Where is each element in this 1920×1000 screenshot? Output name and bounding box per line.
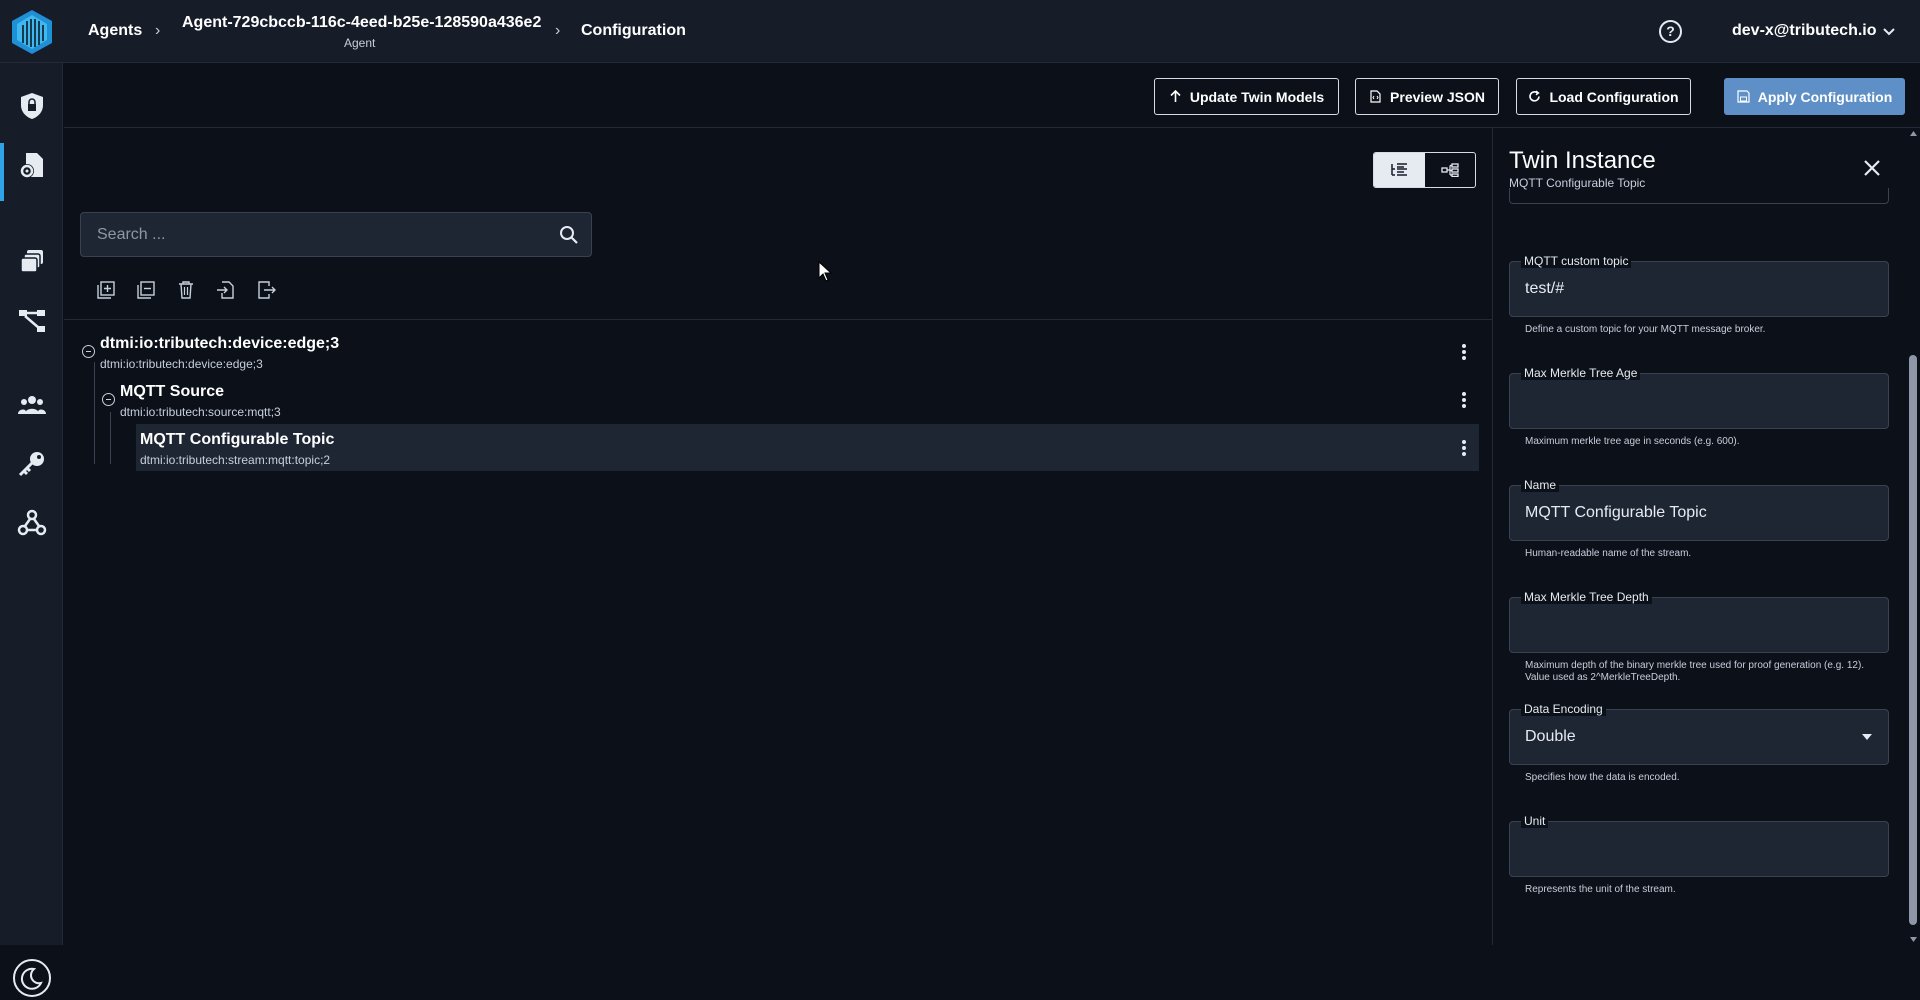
mqtt-custom-topic-field[interactable]	[1509, 261, 1889, 317]
key-icon[interactable]	[17, 449, 47, 479]
scrollbar-thumb[interactable]	[1909, 355, 1917, 925]
network-flow-icon[interactable]	[17, 306, 47, 336]
field-help: Define a custom topic for your MQTT mess…	[1525, 324, 1766, 335]
user-menu[interactable]: dev-x@tributech.io	[1732, 22, 1877, 40]
field-help: Specifies how the data is encoded.	[1525, 772, 1680, 783]
field-label: Unit	[1521, 814, 1549, 828]
collapse-node-icon[interactable]	[102, 393, 115, 406]
refresh-icon	[1529, 90, 1541, 102]
kebab-menu-icon[interactable]	[1461, 391, 1467, 409]
expand-all-icon[interactable]	[95, 279, 117, 301]
help-icon[interactable]: ?	[1659, 20, 1682, 43]
hierarchy-icon	[1441, 163, 1459, 177]
previous-field-edge	[1509, 188, 1889, 204]
collapse-node-icon[interactable]	[82, 345, 95, 358]
tree-list-view-button[interactable]	[1374, 153, 1425, 187]
tributech-logo[interactable]	[11, 9, 53, 55]
search-placeholder: Search ...	[97, 226, 166, 243]
search-icon[interactable]	[559, 225, 579, 245]
scroll-down-arrow-icon[interactable]	[1909, 936, 1918, 943]
tree-node-source-title[interactable]: MQTT Source	[120, 383, 224, 401]
users-group-icon[interactable]	[17, 390, 47, 420]
toolbar-divider	[64, 319, 1492, 320]
dropdown-arrow-icon[interactable]	[1861, 733, 1873, 741]
chevron-right-icon: ›	[555, 22, 561, 39]
field-help: Maximum depth of the binary merkle tree …	[1525, 660, 1865, 683]
shield-lock-icon[interactable]	[17, 91, 47, 121]
field-label: Data Encoding	[1521, 702, 1606, 716]
preview-json-label: Preview JSON	[1390, 88, 1485, 105]
document-settings-icon[interactable]	[17, 151, 47, 181]
panel-title: Twin Instance	[1509, 147, 1656, 174]
max-merkle-tree-age-field[interactable]	[1509, 373, 1889, 429]
collapse-all-icon[interactable]	[135, 279, 157, 301]
moon-icon	[20, 967, 43, 990]
breadcrumb-configuration: Configuration	[581, 22, 686, 39]
kebab-menu-icon[interactable]	[1461, 343, 1467, 361]
tree-node-source-sub: dtmi:io:tributech:source:mqtt;3	[120, 405, 281, 419]
breadcrumb-agent-sub: Agent	[344, 36, 376, 50]
update-twin-models-label: Update Twin Models	[1189, 88, 1325, 105]
graph-view-button[interactable]	[1425, 153, 1476, 187]
field-help: Maximum merkle tree age in seconds (e.g.…	[1525, 436, 1740, 447]
file-code-icon	[1370, 90, 1381, 103]
field-label: MQTT custom topic	[1521, 254, 1632, 268]
tree-node-topic-title[interactable]: MQTT Configurable Topic	[140, 431, 334, 449]
top-bar: Agents › Agent-729cbccb-116c-4eed-b25e-1…	[0, 0, 1920, 63]
load-configuration-label: Load Configuration	[1549, 88, 1679, 105]
field-help: Represents the unit of the stream.	[1525, 884, 1676, 895]
tree-node-device-title[interactable]: dtmi:io:tributech:device:edge;3	[100, 335, 339, 353]
field-label: Max Merkle Tree Age	[1521, 366, 1641, 380]
close-icon[interactable]	[1862, 158, 1882, 178]
export-file-icon[interactable]	[255, 279, 277, 301]
field-value[interactable]: MQTT Configurable Topic	[1525, 504, 1707, 522]
breadcrumb-agents[interactable]: Agents	[88, 22, 142, 40]
unit-field[interactable]	[1509, 821, 1889, 877]
scroll-up-arrow-icon[interactable]	[1909, 130, 1918, 137]
tree-node-topic-sub: dtmi:io:tributech:stream:mqtt:topic;2	[140, 453, 331, 467]
sidebar-active-indicator	[0, 143, 4, 201]
tree-guide-line	[94, 362, 95, 464]
stacked-cards-icon[interactable]	[17, 247, 47, 277]
field-label: Name	[1521, 478, 1560, 492]
field-value[interactable]: test/#	[1525, 280, 1564, 298]
chevron-right-icon: ›	[155, 22, 161, 39]
field-help: Human-readable name of the stream.	[1525, 548, 1692, 559]
preview-json-button[interactable]: Preview JSON	[1355, 78, 1499, 115]
tree-guide-line	[110, 412, 111, 464]
apply-configuration-button[interactable]: Apply Configuration	[1724, 78, 1905, 115]
field-value[interactable]: Double	[1525, 728, 1576, 746]
kebab-menu-icon[interactable]	[1461, 439, 1467, 457]
search-input[interactable]: Search ...	[80, 212, 592, 257]
mouse-cursor-icon	[818, 261, 832, 282]
tree-row-selected-highlight[interactable]	[136, 424, 1479, 471]
trash-icon[interactable]	[175, 279, 197, 301]
save-icon	[1737, 90, 1750, 103]
apply-configuration-label: Apply Configuration	[1757, 88, 1893, 105]
tree-node-device-sub: dtmi:io:tributech:device:edge;3	[100, 357, 263, 371]
chevron-down-icon[interactable]	[1881, 23, 1897, 39]
field-label: Max Merkle Tree Depth	[1521, 590, 1652, 604]
max-merkle-tree-depth-field[interactable]	[1509, 597, 1889, 653]
webhook-icon[interactable]	[17, 508, 47, 538]
view-toggle	[1373, 152, 1476, 188]
arrow-up-icon	[1170, 90, 1181, 102]
load-configuration-button[interactable]: Load Configuration	[1516, 78, 1691, 115]
breadcrumb-agent[interactable]: Agent-729cbccb-116c-4eed-b25e-128590a436…	[182, 14, 541, 32]
list-tree-icon	[1391, 163, 1408, 176]
sidebar	[0, 63, 63, 997]
dark-mode-toggle[interactable]	[13, 959, 51, 997]
import-file-icon[interactable]	[215, 279, 237, 301]
update-twin-models-button[interactable]: Update Twin Models	[1154, 78, 1339, 115]
